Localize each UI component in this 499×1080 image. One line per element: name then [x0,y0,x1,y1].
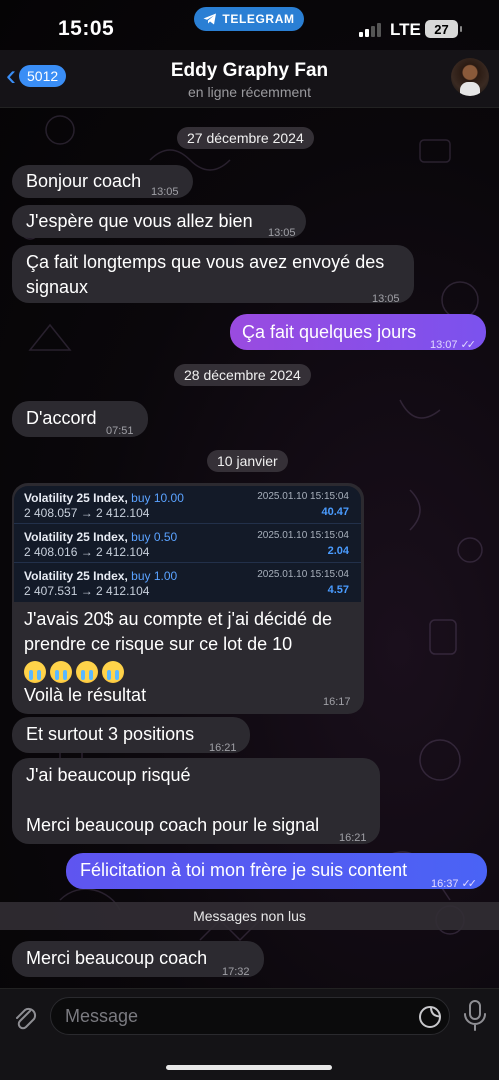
message-text: prendre ce risque sur ce lot de 10 [24,634,293,654]
trade-profit: 40.47 [321,506,349,518]
message-bubble-incoming[interactable]: D'accord 07:51 [12,401,148,437]
battery-icon: 27 [425,20,462,38]
trade-symbol: Volatility 25 Index, [24,569,128,583]
message-time: 07:51 [106,425,134,437]
message-text: signaux [26,277,89,297]
trade-row: Volatility 25 Index, buy 0.50 2 408.016 … [14,525,361,563]
trade-prices: 2 408.057 → 2 412.104 [24,506,150,520]
trade-prices: 2 407.531 → 2 412.104 [24,584,150,598]
date-label: 27 décembre 2024 [187,130,304,146]
trade-symbol: Volatility 25 Index, [24,491,128,505]
chat-header: ‹ 5012 Eddy Graphy Fan en ligne récemmen… [0,50,499,108]
attach-icon[interactable] [10,1003,40,1033]
message-bubble-outgoing[interactable]: Félicitation à toi mon frère je suis con… [66,853,487,890]
message-time: 13:07 [430,339,458,351]
message-bubble-incoming[interactable]: Merci beaucoup coach 17:32 [12,941,264,978]
clock: 15:05 [58,17,115,40]
trade-screenshot[interactable]: Volatility 25 Index, buy 10.00 2 408.057… [14,486,361,602]
contact-name[interactable]: Eddy Graphy Fan [0,60,499,82]
message-meta: 13:07 ✓✓ [430,333,477,358]
signal-icon [359,23,381,37]
message-text: Ça fait quelques jours [242,322,417,342]
message-bubble-incoming[interactable]: Ça fait longtemps que vous avez envoyé d… [12,245,414,305]
status-bar: 15:05 TELEGRAM LTE 27 [0,0,499,50]
crying-emoji-icon [24,661,46,684]
message-time: 13:05 [372,293,400,305]
contact-status: en ligne récemment [188,84,311,100]
trade-side: buy 10.00 [131,491,184,505]
message-meta: 16:37 ✓✓ [431,872,478,897]
message-text: J'espère que vous allez bien [26,211,253,231]
message-time: 16:37 [431,878,459,890]
message-time: 16:21 [339,832,367,844]
double-check-icon: ✓✓ [461,878,478,890]
double-check-icon: ✓✓ [460,339,477,351]
battery-level: 27 [434,21,449,37]
trade-side: buy 0.50 [131,530,178,544]
message-bubble-incoming[interactable]: J'espère que vous allez bien 13:05 [12,205,306,239]
date-separator: 10 janvier [207,450,288,472]
unread-divider: Messages non lus [0,902,499,930]
message-text: Félicitation à toi mon frère je suis con… [80,860,408,880]
telegram-icon [203,13,217,25]
message-text: Merci beaucoup coach [26,948,208,968]
message-bubble-outgoing[interactable]: Ça fait quelques jours 13:07 ✓✓ [230,314,486,351]
trade-date: 2025.01.10 15:15:04 [257,569,349,580]
message-time: 16:17 [323,696,351,708]
date-label: 10 janvier [217,453,278,469]
message-text: J'ai beaucoup risqué [26,765,191,785]
crying-emoji-icon [102,661,124,684]
avatar[interactable] [451,58,489,96]
message-input[interactable] [65,998,405,1034]
message-bubble-incoming[interactable]: Bonjour coach 13:05 [12,165,193,198]
message-bubble-incoming[interactable]: Et surtout 3 positions 16:21 [12,717,250,754]
trade-side: buy 1.00 [131,569,178,583]
message-caption: J'avais 20$ au compte et j'ai décidé de … [24,607,360,708]
home-indicator[interactable] [166,1065,332,1070]
emoji-row [24,657,360,684]
crying-emoji-icon [76,661,98,684]
trade-profit: 4.57 [327,584,349,596]
mic-icon[interactable] [462,999,488,1033]
message-text: Et surtout 3 positions [26,724,195,744]
telegram-pill-label: TELEGRAM [222,12,295,26]
message-text: D'accord [26,408,97,428]
message-time: 13:05 [151,186,179,198]
message-time: 13:05 [268,227,296,239]
date-label: 28 décembre 2024 [184,367,301,383]
message-time: 17:32 [222,966,250,978]
network-label: LTE [390,20,421,39]
trade-row: Volatility 25 Index, buy 1.00 2 407.531 … [14,564,361,602]
trade-row: Volatility 25 Index, buy 10.00 2 408.057… [14,486,361,524]
message-text: Merci beaucoup coach pour le signal [26,815,320,835]
crying-emoji-icon [50,661,72,684]
message-bubble-incoming[interactable]: J'ai beaucoup risqué Merci beaucoup coac… [12,758,380,844]
sticker-icon[interactable] [417,1004,443,1030]
message-text: J'avais 20$ au compte et j'ai décidé de [24,609,333,629]
trade-prices: 2 408.016 → 2 412.104 [24,545,150,559]
telegram-pill[interactable]: TELEGRAM [194,7,304,31]
trade-profit: 2.04 [327,545,349,557]
trade-symbol: Volatility 25 Index, [24,530,128,544]
date-separator: 27 décembre 2024 [177,127,314,149]
message-field[interactable] [50,997,450,1035]
message-text: Bonjour coach [26,171,142,191]
message-text: Voilà le résultat [24,685,147,705]
message-text: Ça fait longtemps que vous avez envoyé d… [26,252,385,272]
trade-date: 2025.01.10 15:15:04 [257,530,349,541]
unread-label: Messages non lus [193,908,306,924]
trade-date: 2025.01.10 15:15:04 [257,491,349,502]
date-separator: 28 décembre 2024 [174,364,311,386]
